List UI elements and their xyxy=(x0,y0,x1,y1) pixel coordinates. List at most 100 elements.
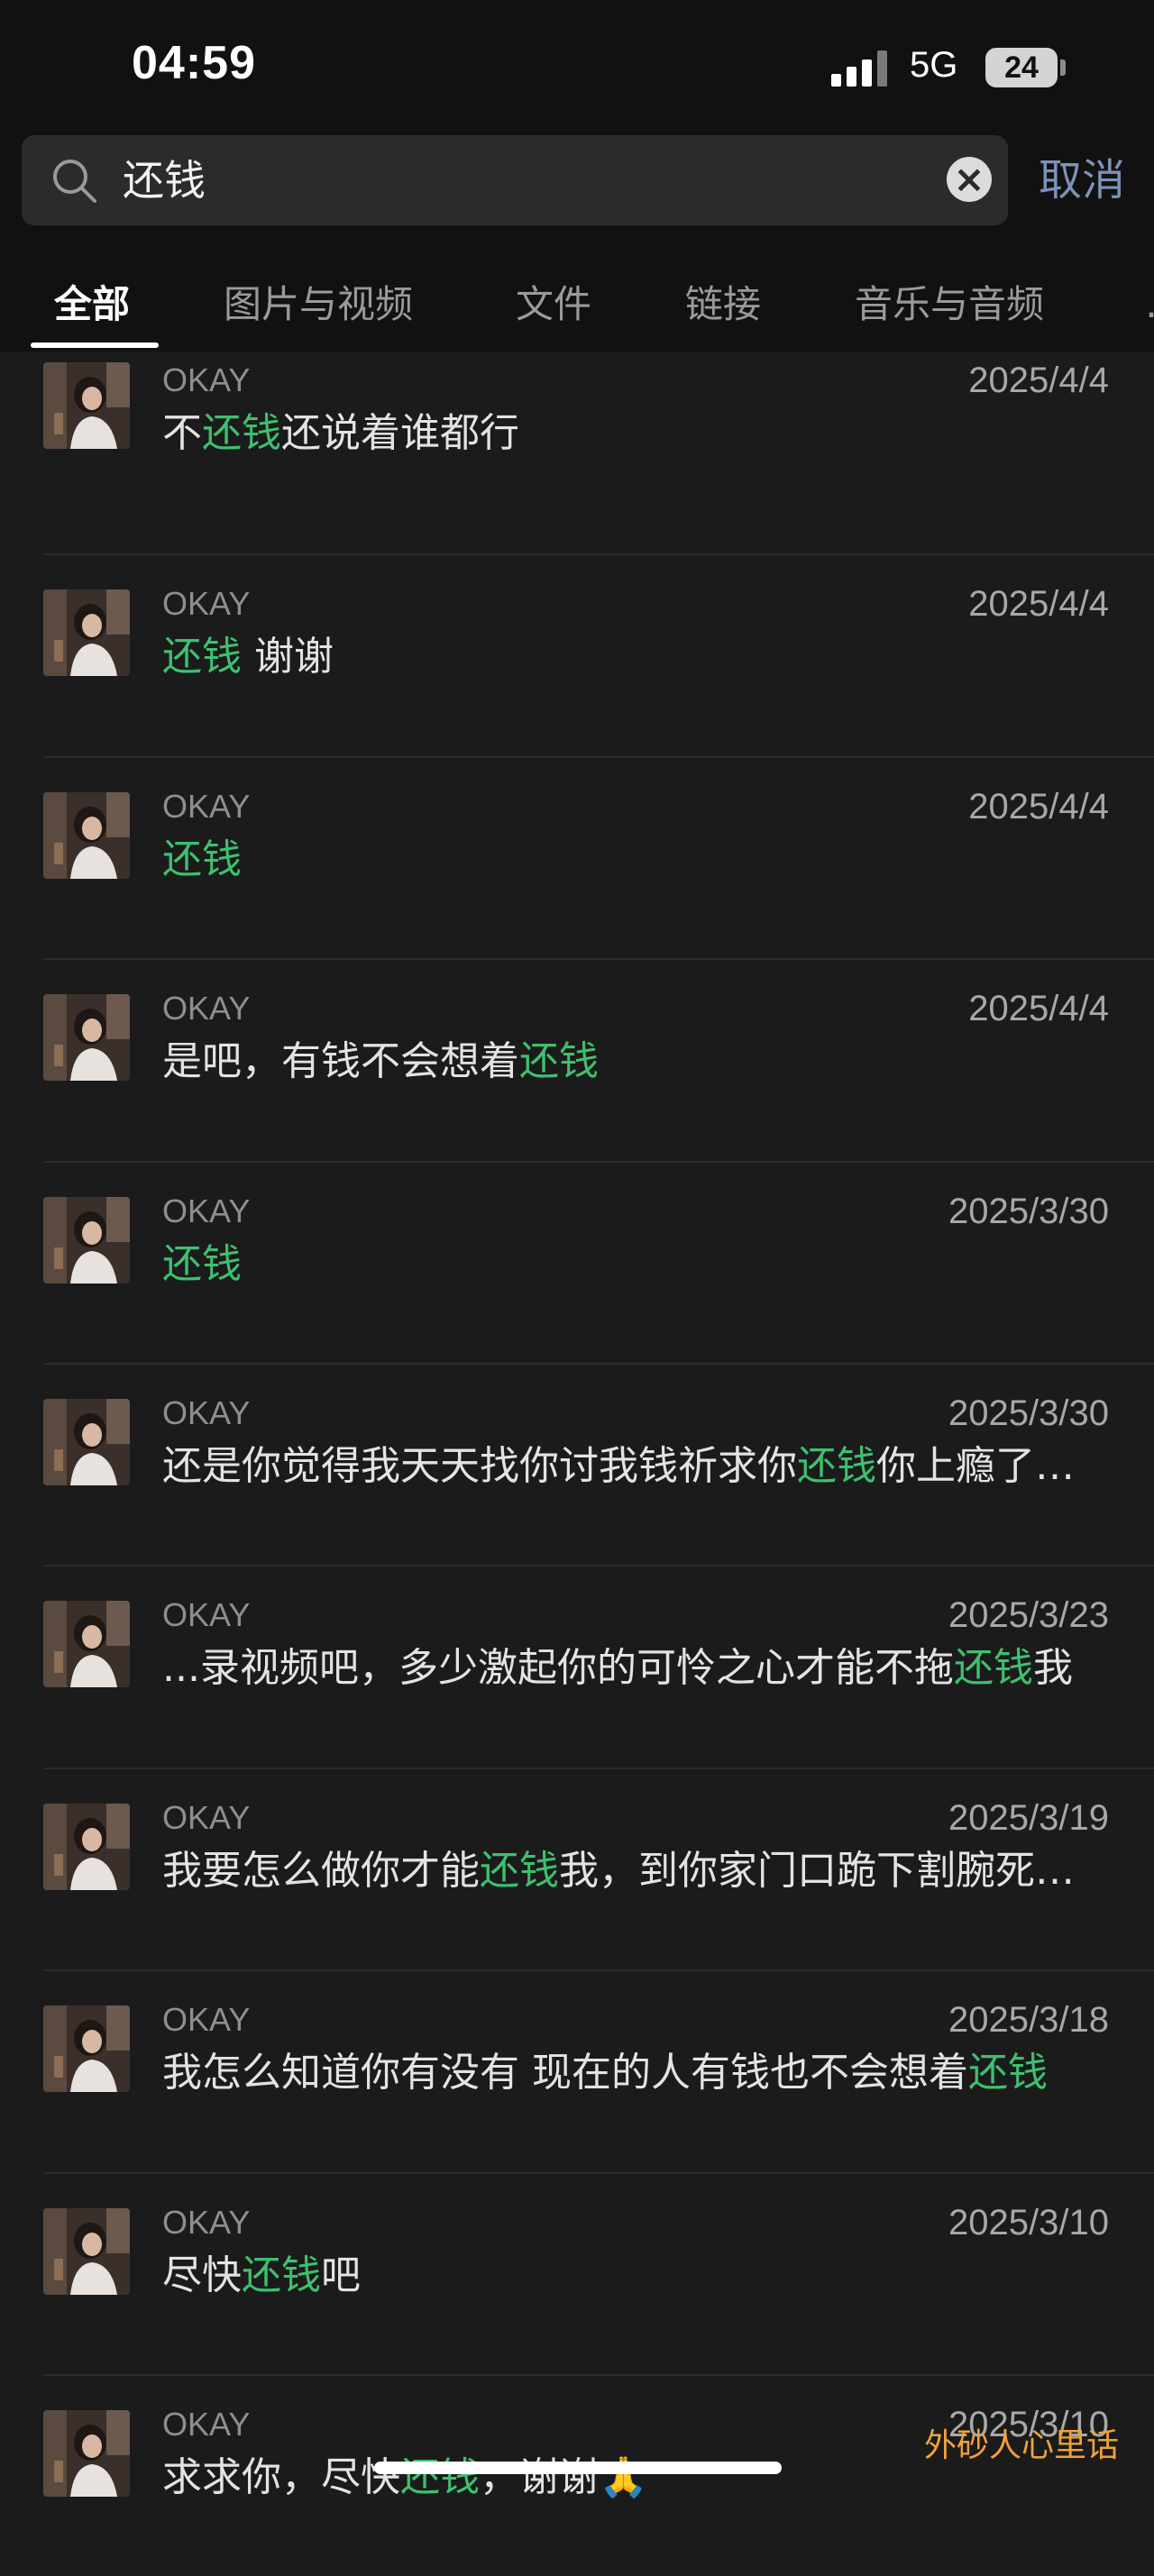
snippet-before: 是吧，有钱不会想着 xyxy=(162,1038,519,1085)
result-row[interactable]: OKAY 2025/3/10 求求你，尽快还钱，谢谢🙏 xyxy=(0,2374,1154,2576)
snippet-match: 还钱 xyxy=(797,1443,876,1489)
status-bar: 04:59 5G 24 xyxy=(0,0,1154,135)
row-divider xyxy=(43,958,1154,961)
avatar[interactable] xyxy=(43,589,130,677)
result-row[interactable]: OKAY 2025/3/10 尽快还钱吧 xyxy=(0,2171,1154,2374)
snippet-after: 我 xyxy=(1032,1645,1073,1692)
result-row[interactable]: OKAY 2025/3/19 我要怎么做你才能还钱我，到你家门口跪下割腕死… xyxy=(0,1767,1154,1969)
snippet-match: 还钱 xyxy=(480,1847,559,1894)
result-row[interactable]: OKAY 2025/3/23 ...录视频吧，多少激起你的可怜之心才能不拖还钱我 xyxy=(0,1565,1154,1767)
result-row[interactable]: OKAY 2025/4/4 是吧，有钱不会想着还钱 xyxy=(0,958,1154,1160)
message-date: 2025/4/4 xyxy=(968,361,1109,400)
message-snippet: 我要怎么做你才能还钱我，到你家门口跪下割腕死… xyxy=(162,1845,1109,1897)
tab-links[interactable]: 链接 xyxy=(685,278,761,332)
avatar[interactable] xyxy=(43,1803,130,1890)
message-date: 2025/4/4 xyxy=(968,989,1109,1029)
tab-files[interactable]: 文件 xyxy=(516,278,591,332)
snippet-match: 还钱 xyxy=(519,1038,599,1085)
message-date: 2025/3/23 xyxy=(948,1595,1109,1636)
result-row[interactable]: OKAY 2025/3/18 我怎么知道你有没有 现在的人有钱也不会想着还钱 xyxy=(0,1969,1154,2171)
row-divider xyxy=(43,553,1154,556)
tab-all[interactable]: 全部 xyxy=(54,278,130,332)
sender-name: OKAY xyxy=(162,2001,251,2039)
tab-music-audio[interactable]: 音乐与音频 xyxy=(855,278,1044,332)
result-row[interactable]: OKAY 2025/4/4 还钱 xyxy=(0,755,1154,958)
snippet-match: 还钱 xyxy=(968,2050,1048,2096)
snippet-match: 还钱 xyxy=(202,410,281,456)
message-snippet: 还是你觉得我天天找你讨我钱祈求你还钱你上瘾了… xyxy=(162,1440,1109,1493)
message-date: 2025/3/30 xyxy=(948,1393,1109,1433)
battery-cap xyxy=(1060,59,1066,76)
result-row[interactable]: OKAY 2025/3/30 还是你觉得我天天找你讨我钱祈求你还钱你上瘾了… xyxy=(0,1363,1154,1565)
network-type: 5G xyxy=(910,45,958,85)
avatar[interactable] xyxy=(43,1196,130,1283)
snippet-before: ...录视频吧，多少激起你的可怜之心才能不拖 xyxy=(162,1645,954,1692)
tab-overflow[interactable]: … xyxy=(1145,278,1154,332)
message-snippet: 不还钱还说着谁都行 xyxy=(162,407,1109,460)
avatar[interactable] xyxy=(43,2005,130,2093)
tab-photos-videos[interactable]: 图片与视频 xyxy=(224,278,413,332)
snippet-after: 吧 xyxy=(321,2252,361,2298)
snippet-match: 还钱 xyxy=(242,2252,321,2298)
avatar[interactable] xyxy=(43,2207,130,2295)
snippet-before: 求求你，尽快 xyxy=(162,2454,400,2500)
message-snippet: ...录视频吧，多少激起你的可怜之心才能不拖还钱我 xyxy=(162,1642,1109,1694)
snippet-match: 还钱 xyxy=(162,634,242,681)
row-divider xyxy=(43,1160,1154,1163)
search-query[interactable]: 还钱 xyxy=(123,153,206,207)
message-date: 2025/3/19 xyxy=(948,1797,1109,1838)
category-tabs: 全部 图片与视频 文件 链接 音乐与音频 … xyxy=(0,234,1154,352)
message-date: 2025/4/4 xyxy=(968,584,1109,625)
active-tab-indicator xyxy=(31,343,159,348)
snippet-match: 还钱 xyxy=(953,1645,1033,1692)
snippet-after: 我，到你家门口跪下割腕死… xyxy=(559,1847,1075,1894)
snippet-after: 你上瘾了… xyxy=(876,1443,1075,1489)
snippet-before: 我怎么知道你有没有 现在的人有钱也不会想着 xyxy=(162,2050,968,2096)
status-time: 04:59 xyxy=(132,37,256,89)
cancel-button[interactable]: 取消 xyxy=(1039,153,1125,207)
message-snippet: 还钱 xyxy=(162,834,1109,886)
watermark: 外砂人心里话 xyxy=(924,2427,1120,2464)
sender-name: OKAY xyxy=(162,1596,251,1634)
snippet-before: 尽快 xyxy=(162,2252,242,2298)
home-indicator xyxy=(374,2462,782,2474)
sender-name: OKAY xyxy=(162,990,251,1028)
message-snippet: 我怎么知道你有没有 现在的人有钱也不会想着还钱 xyxy=(162,2047,1109,2099)
row-divider xyxy=(43,1565,1154,1567)
row-divider xyxy=(43,755,1154,758)
snippet-before: 我要怎么做你才能 xyxy=(162,1847,480,1894)
sender-name: OKAY xyxy=(162,1798,251,1836)
snippet-before: 不 xyxy=(162,410,202,456)
message-snippet: 是吧，有钱不会想着还钱 xyxy=(162,1036,1109,1088)
result-row[interactable]: OKAY 2025/3/30 还钱 xyxy=(0,1160,1154,1363)
message-date: 2025/3/30 xyxy=(948,1191,1109,1231)
result-row[interactable]: OKAY 2025/4/4 还钱 谢谢 xyxy=(0,553,1154,755)
row-divider xyxy=(43,1363,1154,1365)
clear-search-icon[interactable]: × xyxy=(947,157,992,202)
avatar[interactable] xyxy=(43,362,130,449)
battery-icon: 24 xyxy=(985,48,1058,87)
sender-name: OKAY xyxy=(162,585,251,623)
result-row[interactable]: OKAY 2025/4/4 不还钱还说着谁都行 xyxy=(0,352,1154,553)
sender-name: OKAY xyxy=(162,787,251,825)
message-snippet: 还钱 谢谢 xyxy=(162,631,1109,683)
cellular-signal-icon xyxy=(831,50,887,87)
avatar[interactable] xyxy=(43,1399,130,1485)
message-snippet: 尽快还钱吧 xyxy=(162,2250,1109,2302)
search-input[interactable]: 还钱 × xyxy=(22,135,1008,225)
row-divider xyxy=(43,2171,1154,2174)
message-date: 2025/3/10 xyxy=(948,2202,1109,2243)
row-divider xyxy=(43,1767,1154,1769)
sender-name: OKAY xyxy=(162,1192,251,1229)
avatar[interactable] xyxy=(43,2410,130,2497)
avatar[interactable] xyxy=(43,791,130,879)
snippet-match: 还钱 xyxy=(162,1240,242,1287)
sender-name: OKAY xyxy=(162,361,251,398)
search-bar: 还钱 × 取消 xyxy=(0,135,1154,234)
avatar[interactable] xyxy=(43,1601,130,1688)
message-date: 2025/4/4 xyxy=(968,786,1109,827)
avatar[interactable] xyxy=(43,994,130,1082)
row-divider xyxy=(43,2374,1154,2376)
message-date: 2025/3/18 xyxy=(948,2000,1109,2041)
snippet-match: 还钱 xyxy=(162,836,242,882)
